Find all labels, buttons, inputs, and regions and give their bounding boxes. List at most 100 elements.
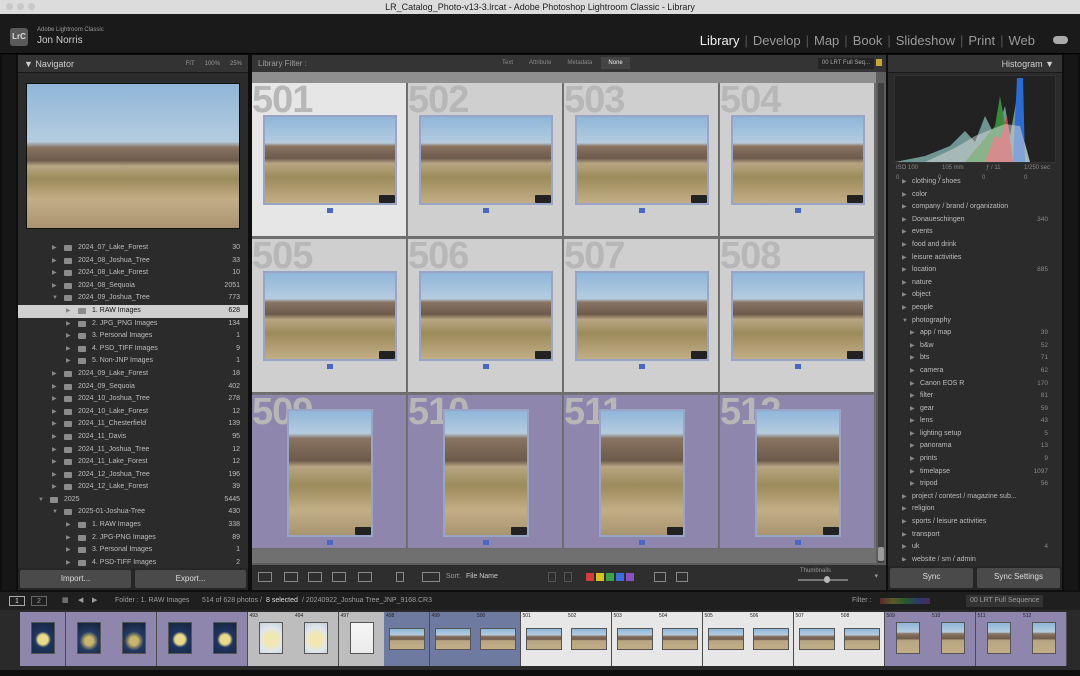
keyword-row[interactable]: ▶ clothing / shoes	[888, 176, 1062, 189]
triangle-right-icon[interactable]: ▶	[52, 280, 57, 293]
folder-row[interactable]: ▶ 2024_08_Lake_Forest 10	[18, 267, 248, 280]
keyword-row[interactable]: ▶ nature	[888, 277, 1062, 290]
folder-row[interactable]: ▶ 2024_11_Chesterfield 139	[18, 418, 248, 431]
filmstrip-thumbnail[interactable]	[707, 628, 744, 650]
triangle-right-icon[interactable]: ▶	[902, 201, 907, 214]
keyword-row[interactable]: ▶ lens 43	[888, 415, 1062, 428]
folder-row[interactable]: ▶ 1. RAW Images 628	[18, 304, 248, 318]
folder-row[interactable]: ▶ 2024_11_Lake_Forest 12	[18, 456, 248, 469]
zoom-25[interactable]: 25%	[230, 55, 242, 73]
keyword-row[interactable]: ▶ transport	[888, 529, 1062, 542]
photo-thumbnail[interactable]	[754, 409, 841, 537]
filmstrip-cell[interactable]: 500	[475, 612, 521, 666]
rotate-left-icon[interactable]	[654, 572, 666, 582]
triangle-right-icon[interactable]: ▶	[66, 305, 71, 318]
filmstrip-thumbnail[interactable]	[31, 622, 55, 654]
triangle-right-icon[interactable]: ▶	[902, 239, 907, 252]
triangle-right-icon[interactable]: ▶	[66, 318, 71, 331]
triangle-right-icon[interactable]: ▶	[52, 456, 57, 469]
triangle-right-icon[interactable]: ▶	[902, 541, 907, 554]
metadata-badge-icon[interactable]	[378, 195, 395, 203]
grid-scrollbar[interactable]	[878, 83, 884, 563]
keyword-row[interactable]: ▶ leisure activities	[888, 252, 1062, 265]
filmstrip-thumbnail[interactable]	[480, 628, 516, 650]
histogram-chart[interactable]	[894, 75, 1056, 163]
close-button[interactable]	[6, 3, 13, 10]
filmstrip-thumbnail[interactable]	[798, 628, 835, 650]
filter-tab-none[interactable]: None	[601, 57, 630, 69]
triangle-right-icon[interactable]: ▶	[902, 226, 907, 239]
triangle-right-icon[interactable]: ▶	[910, 415, 915, 428]
keyword-row[interactable]: ▶ location 885	[888, 264, 1062, 277]
color-label-swatch[interactable]	[626, 573, 634, 581]
grid-cell[interactable]: 505	[252, 239, 407, 393]
module-map[interactable]: Map	[809, 33, 844, 48]
folder-row[interactable]: ▶ 2024_11_Joshua_Tree 12	[18, 444, 248, 457]
triangle-down-icon[interactable]: ▼	[52, 292, 58, 305]
triangle-right-icon[interactable]: ▶	[902, 554, 907, 561]
folder-row[interactable]: ▼ 2024_09_Joshua_Tree 773	[18, 292, 248, 305]
folder-row[interactable]: ▶ 2024_09_Lake_Forest 18	[18, 368, 248, 381]
lock-icon[interactable]	[876, 59, 882, 66]
folder-row[interactable]: ▶ 2024_10_Lake_Forest 12	[18, 406, 248, 419]
thumbnail-size-slider[interactable]	[798, 576, 848, 583]
keyword-row[interactable]: ▶ object	[888, 289, 1062, 302]
triangle-right-icon[interactable]: ▶	[910, 340, 915, 353]
rotate-right-icon[interactable]	[676, 572, 688, 582]
filmstrip-cell[interactable]: 497	[338, 612, 385, 666]
folder-row[interactable]: ▶ 2024_08_Sequoia 2051	[18, 280, 248, 293]
metadata-badge-icon[interactable]	[354, 527, 371, 535]
keyword-row[interactable]: ▶ religion	[888, 503, 1062, 516]
triangle-right-icon[interactable]: ▶	[910, 352, 915, 365]
filmstrip-cell[interactable]: 508	[839, 612, 885, 666]
triangle-right-icon[interactable]: ▶	[910, 327, 915, 340]
filmstrip-thumbnail[interactable]	[122, 622, 146, 654]
filmstrip-thumbnail[interactable]	[986, 622, 1011, 654]
keyword-row[interactable]: ▶ filter 81	[888, 390, 1062, 403]
keyword-row[interactable]: ▶ Donaueschingen 340	[888, 214, 1062, 227]
filmstrip-thumbnail[interactable]	[1032, 622, 1056, 654]
sync-button[interactable]: Sync	[890, 568, 973, 588]
grid-cell[interactable]: 508	[720, 239, 875, 393]
keyword-row[interactable]: ▶ lighting setup 5	[888, 428, 1062, 441]
triangle-right-icon[interactable]: ▶	[52, 381, 57, 394]
filmstrip-thumbnail[interactable]	[434, 628, 471, 650]
triangle-right-icon[interactable]: ▶	[910, 428, 915, 441]
filmstrip-thumbnail[interactable]	[304, 622, 328, 654]
grid-small-icon[interactable]: ▦	[62, 592, 69, 610]
keyword-row[interactable]: ▶ tripod 56	[888, 478, 1062, 491]
photo-thumbnail[interactable]	[598, 409, 685, 537]
zoom-100[interactable]: 100%	[205, 55, 220, 73]
back-arrow-icon[interactable]: ◀	[78, 592, 83, 610]
keyword-row[interactable]: ▶ camera 62	[888, 365, 1062, 378]
grid-cell[interactable]: 509	[252, 395, 407, 549]
folder-row[interactable]: ▶ 2024_08_Joshua_Tree 33	[18, 255, 248, 268]
triangle-right-icon[interactable]: ▶	[52, 431, 57, 444]
triangle-right-icon[interactable]: ▶	[52, 368, 57, 381]
filmstrip-thumbnail[interactable]	[616, 628, 653, 650]
folder-row[interactable]: ▼ 2025-01-Joshua-Tree 430	[18, 506, 248, 519]
keyword-row[interactable]: ▶ website / sm / admin	[888, 554, 1062, 561]
triangle-right-icon[interactable]: ▶	[902, 491, 907, 504]
triangle-right-icon[interactable]: ▶	[902, 529, 907, 542]
grid-cell[interactable]: 507	[564, 239, 719, 393]
grid-cell[interactable]: 506	[408, 239, 563, 393]
keyword-row[interactable]: ▶ gear 59	[888, 403, 1062, 416]
triangle-right-icon[interactable]: ▶	[902, 264, 907, 277]
triangle-right-icon[interactable]: ▶	[902, 277, 907, 290]
filmstrip-cell[interactable]: 506	[748, 612, 794, 666]
triangle-right-icon[interactable]: ▶	[902, 503, 907, 516]
keyword-row[interactable]: ▶ timelapse 1097	[888, 466, 1062, 479]
filmstrip-cell[interactable]: 504	[657, 612, 703, 666]
keyword-row[interactable]: ▶ project / contest / magazine sub...	[888, 491, 1062, 504]
triangle-right-icon[interactable]: ▶	[902, 214, 907, 227]
folder-row[interactable]: ▶ 5. Non-JNP Images 1	[18, 355, 248, 368]
triangle-right-icon[interactable]: ▶	[52, 242, 57, 255]
filmstrip-thumbnail[interactable]	[662, 628, 698, 650]
right-panel-edge[interactable]	[1064, 55, 1078, 590]
triangle-right-icon[interactable]: ▶	[66, 330, 71, 343]
triangle-right-icon[interactable]: ▶	[52, 481, 57, 494]
filmstrip-cell[interactable]: 493	[247, 612, 294, 666]
filmstrip-thumbnail[interactable]	[571, 628, 607, 650]
photo-thumbnail[interactable]	[286, 409, 373, 537]
